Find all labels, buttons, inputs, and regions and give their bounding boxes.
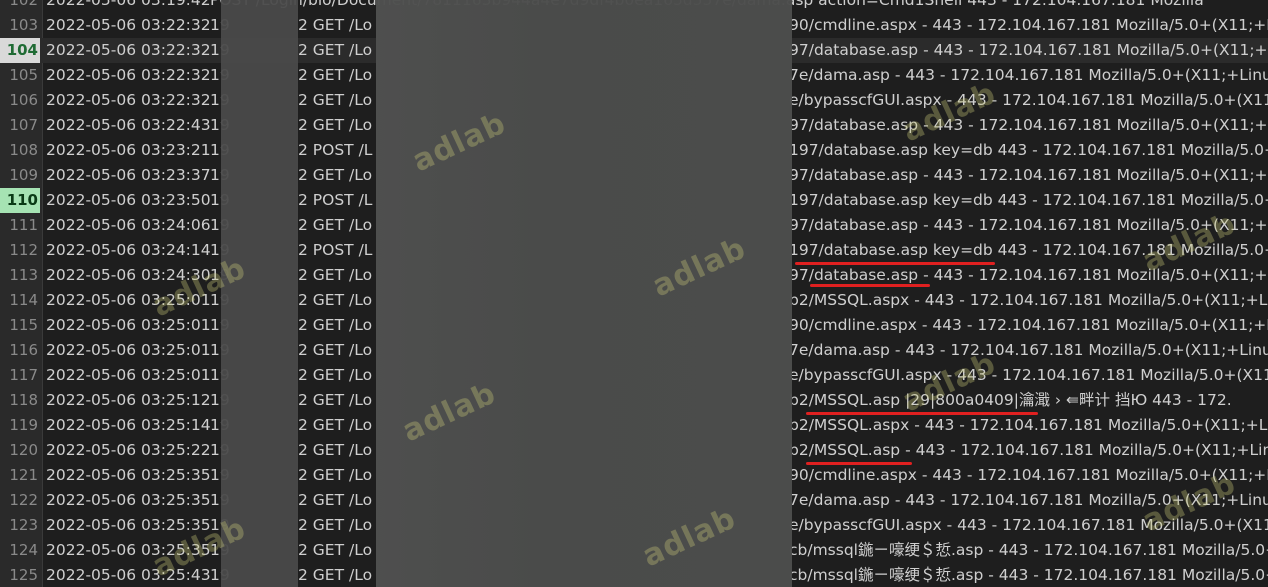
line-number: 123 [9,516,38,534]
line-number: 121 [9,466,38,484]
line-number: 111 [9,216,38,234]
line-number: 118 [9,391,38,409]
line-number: 107 [9,116,38,134]
log-request: 2 POST /L [298,191,373,209]
log-request: 2 GET /Lo [298,291,373,309]
line-number: 117 [9,366,38,384]
log-resource: 97/database.asp - 443 - 172.104.167.181 … [789,166,1268,184]
log-resource: 97/database.asp - 443 - 172.104.167.181 … [789,41,1268,59]
log-resource: e/bypasscfGUI.aspx - 443 - 172.104.167.1… [789,366,1268,384]
line-number: 116 [9,341,38,359]
log-request: 2 GET /Lo [298,366,373,384]
log-request: 2 GET /Lo [298,541,373,559]
log-timestamp: 2022-05-06 03:22:32 [46,16,211,34]
log-request: 2 GET /Lo [298,341,373,359]
annotation-underline [795,262,995,265]
log-resource: 197/database.asp key=db 443 - 172.104.16… [789,141,1268,159]
log-resource: b2/MSSQL.asp |29|800a0409|瀹濈 › ⇚畔计 挡Ю 44… [789,391,1232,409]
line-number: 103 [9,16,38,34]
log-timestamp: 2022-05-06 03:25:01 [46,316,211,334]
log-request: 2 GET /Lo [298,441,373,459]
log-timestamp: 2022-05-06 03:25:12 [46,391,211,409]
log-request: 2 GET /Lo [298,491,373,509]
log-timestamp: 2022-05-06 03:25:01 [46,341,211,359]
line-number: 114 [9,291,38,309]
log-timestamp: 2022-05-06 03:22:43 [46,116,211,134]
log-timestamp: 2022-05-06 03:24:14 [46,241,211,259]
line-number: 115 [9,316,38,334]
log-request: 2 GET /Lo [298,116,373,134]
log-timestamp: 2022-05-06 03:25:35 [46,466,211,484]
annotation-underline [810,284,930,287]
line-number: 124 [9,541,38,559]
log-resource: b2/MSSQL.aspx - 443 - 172.104.167.181 Mo… [789,291,1268,309]
line-number: 105 [9,66,38,84]
line-number: 104 [0,38,40,63]
log-request: 2 POST /L [298,141,373,159]
log-request: 2 GET /Lo [298,41,373,59]
line-number: 122 [9,491,38,509]
log-timestamp: 2022-05-06 03:22:32 [46,91,211,109]
log-request: 2 GET /Lo [298,16,373,34]
log-request: 2 GET /Lo [298,516,373,534]
log-request: 2 GET /Lo [298,566,373,584]
log-resource: cb/mssql鍦ㄧ嚎绠＄悊.asp - 443 - 172.104.167.1… [789,566,1268,584]
log-timestamp: 2022-05-06 03:19:42 [46,0,211,9]
log-timestamp: 2022-05-06 03:25:35 [46,491,211,509]
log-timestamp: 2022-05-06 03:24:06 [46,216,211,234]
log-timestamp: 2022-05-06 03:23:21 [46,141,211,159]
log-resource: 7e/dama.asp - 443 - 172.104.167.181 Mozi… [789,341,1268,359]
line-number: 109 [9,166,38,184]
line-number: 110 [0,188,40,213]
log-timestamp: 2022-05-06 03:22:32 [46,66,211,84]
log-resource: cb/mssql鍦ㄧ嚎绠＄悊.asp - 443 - 172.104.167.1… [789,541,1268,559]
log-resource: e/bypasscfGUI.aspx - 443 - 172.104.167.1… [789,91,1268,109]
line-number: 112 [9,241,38,259]
line-number: 120 [9,441,38,459]
log-resource: 97/database.asp - 443 - 172.104.167.181 … [789,116,1268,134]
log-resource: 197/database.asp key=db 443 - 172.104.16… [789,191,1268,209]
redacted-ip-region [221,0,298,587]
log-timestamp: 2022-05-06 03:25:01 [46,366,211,384]
log-resource: b2/MSSQL.asp - 443 - 172.104.167.181 Moz… [789,441,1268,459]
log-request: 2 GET /Lo [298,66,373,84]
log-editor[interactable]: 1022022-05-06 03:19:42192.168.88.32POST … [0,0,1268,587]
log-request: 2 GET /Lo [298,216,373,234]
line-number: 108 [9,141,38,159]
log-resource: 90/cmdline.aspx - 443 - 172.104.167.181 … [789,316,1268,334]
line-number: 119 [9,416,38,434]
line-number: 102 [9,0,38,9]
log-timestamp: 2022-05-06 03:23:37 [46,166,211,184]
log-request: 2 GET /Lo [298,416,373,434]
log-timestamp: 2022-05-06 03:25:14 [46,416,211,434]
log-timestamp: 2022-05-06 03:25:22 [46,441,211,459]
line-number: 113 [9,266,38,284]
log-timestamp: 2022-05-06 03:22:32 [46,41,211,59]
log-request: 2 GET /Lo [298,466,373,484]
line-number: 106 [9,91,38,109]
log-request: 2 GET /Lo [298,266,373,284]
log-timestamp: 2022-05-06 03:23:50 [46,191,211,209]
line-number: 125 [9,566,38,584]
log-request: 2 GET /Lo [298,391,373,409]
log-resource: b2/MSSQL.aspx - 443 - 172.104.167.181 Mo… [789,416,1268,434]
annotation-underline [806,462,912,465]
log-request: 2 GET /Lo [298,316,373,334]
log-resource: 90/cmdline.aspx - 443 - 172.104.167.181 … [789,16,1268,34]
log-request: 2 GET /Lo [298,91,373,109]
log-request: 2 GET /Lo [298,166,373,184]
log-resource: 7e/dama.asp - 443 - 172.104.167.181 Mozi… [789,66,1268,84]
log-request: 2 POST /L [298,241,373,259]
